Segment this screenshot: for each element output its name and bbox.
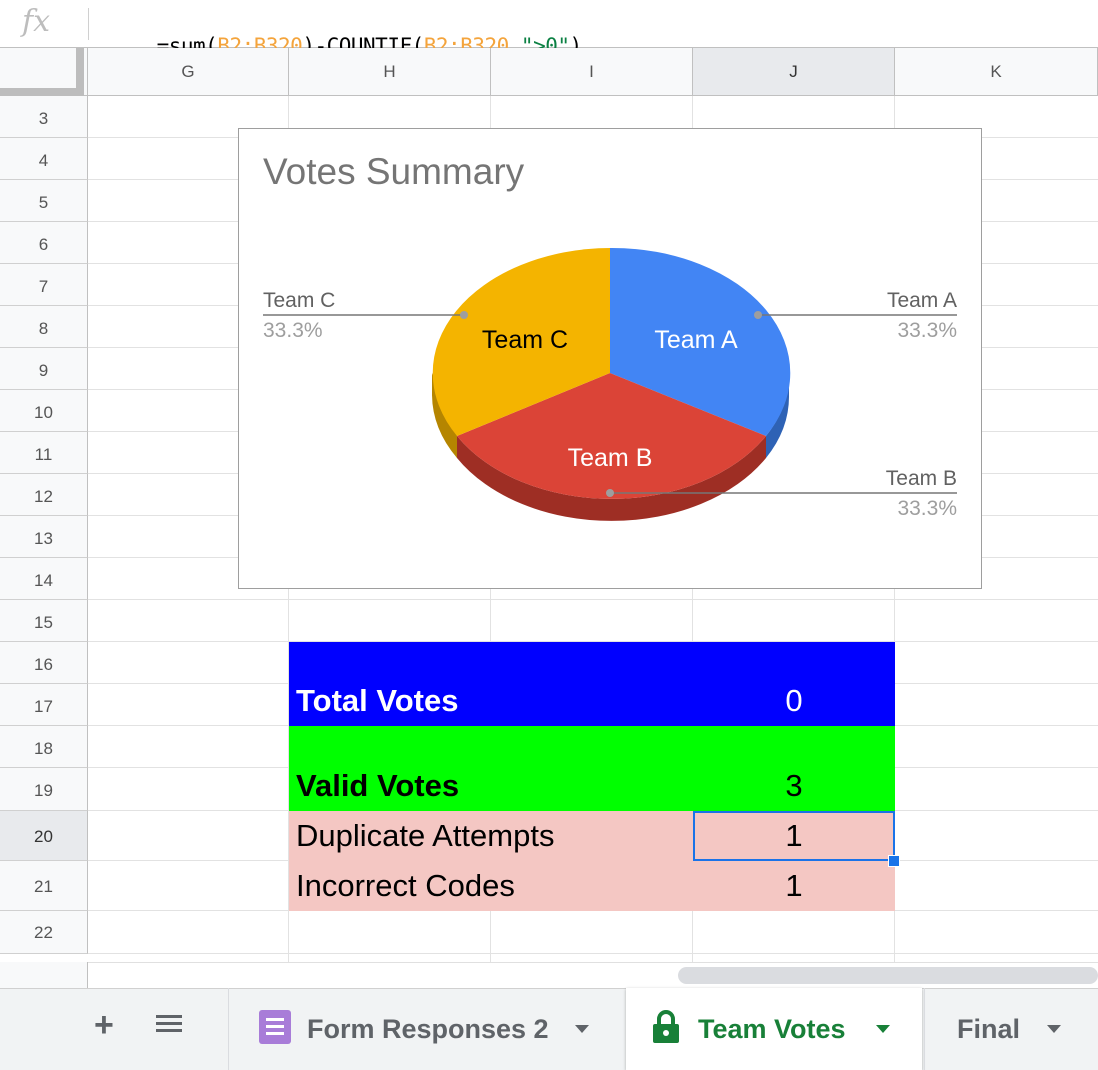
row-header-5[interactable]: 5 <box>0 180 88 222</box>
tab-dropdown-arrow-icon[interactable] <box>876 1025 890 1033</box>
all-sheets-menu-icon[interactable] <box>156 1015 182 1037</box>
legend-label-team-a: Team A <box>887 289 957 312</box>
row-header-20[interactable]: 20 <box>0 811 88 861</box>
total-votes-value[interactable]: 0 <box>693 642 895 726</box>
row-header-6[interactable]: 6 <box>0 222 88 264</box>
legend-percent-team-a: 33.3% <box>897 319 957 342</box>
legend-percent-team-b: 33.3% <box>897 497 957 520</box>
row-header-14[interactable]: 14 <box>0 558 88 600</box>
formula-bar: fx =sum(B2:B320)-COUNTIF(B2:B320,">0") <box>0 0 1098 58</box>
row-header-9[interactable]: 9 <box>0 348 88 390</box>
row-header-10[interactable]: 10 <box>0 390 88 432</box>
lock-icon <box>653 1010 679 1043</box>
row-header-scroll-gap <box>0 962 88 988</box>
row-header-12[interactable]: 12 <box>0 474 88 516</box>
incorrect-codes-label[interactable]: Incorrect Codes <box>289 861 693 911</box>
tab-label: Final <box>957 1014 1021 1044</box>
horizontal-scrollbar[interactable] <box>678 967 1098 984</box>
row-header-18[interactable]: 18 <box>0 726 88 768</box>
row-header-8[interactable]: 8 <box>0 306 88 348</box>
row-header-11[interactable]: 11 <box>0 432 88 474</box>
row-header-21[interactable]: 21 <box>0 861 88 911</box>
leader-dot-team-c <box>460 311 468 319</box>
column-header-g[interactable]: G <box>88 48 289 96</box>
tab-dropdown-arrow-icon[interactable] <box>1047 1025 1061 1033</box>
leader-dot-team-b <box>606 489 614 497</box>
row-header-17[interactable]: 17 <box>0 684 88 726</box>
tab-final[interactable]: Final <box>925 988 1098 1070</box>
slice-label-team-c: Team C <box>482 326 568 354</box>
incorrect-codes-value[interactable]: 1 <box>693 861 895 911</box>
leader-dot-team-a <box>754 311 762 319</box>
row-header-13[interactable]: 13 <box>0 516 88 558</box>
formula-bar-divider <box>88 8 89 40</box>
active-cell-selection <box>693 811 895 861</box>
legend-label-team-c: Team C <box>263 289 335 312</box>
tab-dropdown-arrow-icon[interactable] <box>575 1025 589 1033</box>
row-header-15[interactable]: 15 <box>0 600 88 642</box>
valid-votes-label[interactable]: Valid Votes <box>289 726 693 811</box>
column-header-h[interactable]: H <box>289 48 491 96</box>
pie-chart[interactable]: Votes Summary Team A Team B Team C Team … <box>238 128 982 589</box>
row-header-22[interactable]: 22 <box>0 911 88 954</box>
tab-label: Team Votes <box>698 1014 846 1044</box>
slice-label-team-b: Team B <box>568 444 653 472</box>
chart-svg: Votes Summary Team A Team B Team C Team … <box>263 151 957 521</box>
slice-label-team-a: Team A <box>654 326 738 354</box>
row-header-4[interactable]: 4 <box>0 138 88 180</box>
row-header-3[interactable]: 3 <box>0 96 88 138</box>
column-header-i[interactable]: I <box>491 48 693 96</box>
fill-handle[interactable] <box>888 855 900 867</box>
total-votes-label[interactable]: Total Votes <box>289 642 693 726</box>
tab-form-responses-2[interactable]: Form Responses 2 <box>229 988 624 1070</box>
fx-icon: fx <box>22 4 51 39</box>
chart-title: Votes Summary <box>263 151 525 192</box>
legend-percent-team-c: 33.3% <box>263 319 323 342</box>
row-header-7[interactable]: 7 <box>0 264 88 306</box>
legend-label-team-b: Team B <box>886 467 957 490</box>
duplicate-attempts-label[interactable]: Duplicate Attempts <box>289 811 693 861</box>
valid-votes-value[interactable]: 3 <box>693 726 895 811</box>
freeze-row-handle[interactable] <box>0 88 84 96</box>
column-header-k[interactable]: K <box>895 48 1098 96</box>
row-header-16[interactable]: 16 <box>0 642 88 684</box>
column-header-j[interactable]: J <box>693 48 895 96</box>
tab-team-votes[interactable]: Team Votes <box>626 988 922 1070</box>
row-header-19[interactable]: 19 <box>0 768 88 811</box>
add-sheet-button[interactable]: + <box>94 1005 114 1045</box>
form-icon <box>259 1010 291 1044</box>
tab-label: Form Responses 2 <box>307 1014 549 1044</box>
freeze-column-handle[interactable] <box>76 48 84 90</box>
